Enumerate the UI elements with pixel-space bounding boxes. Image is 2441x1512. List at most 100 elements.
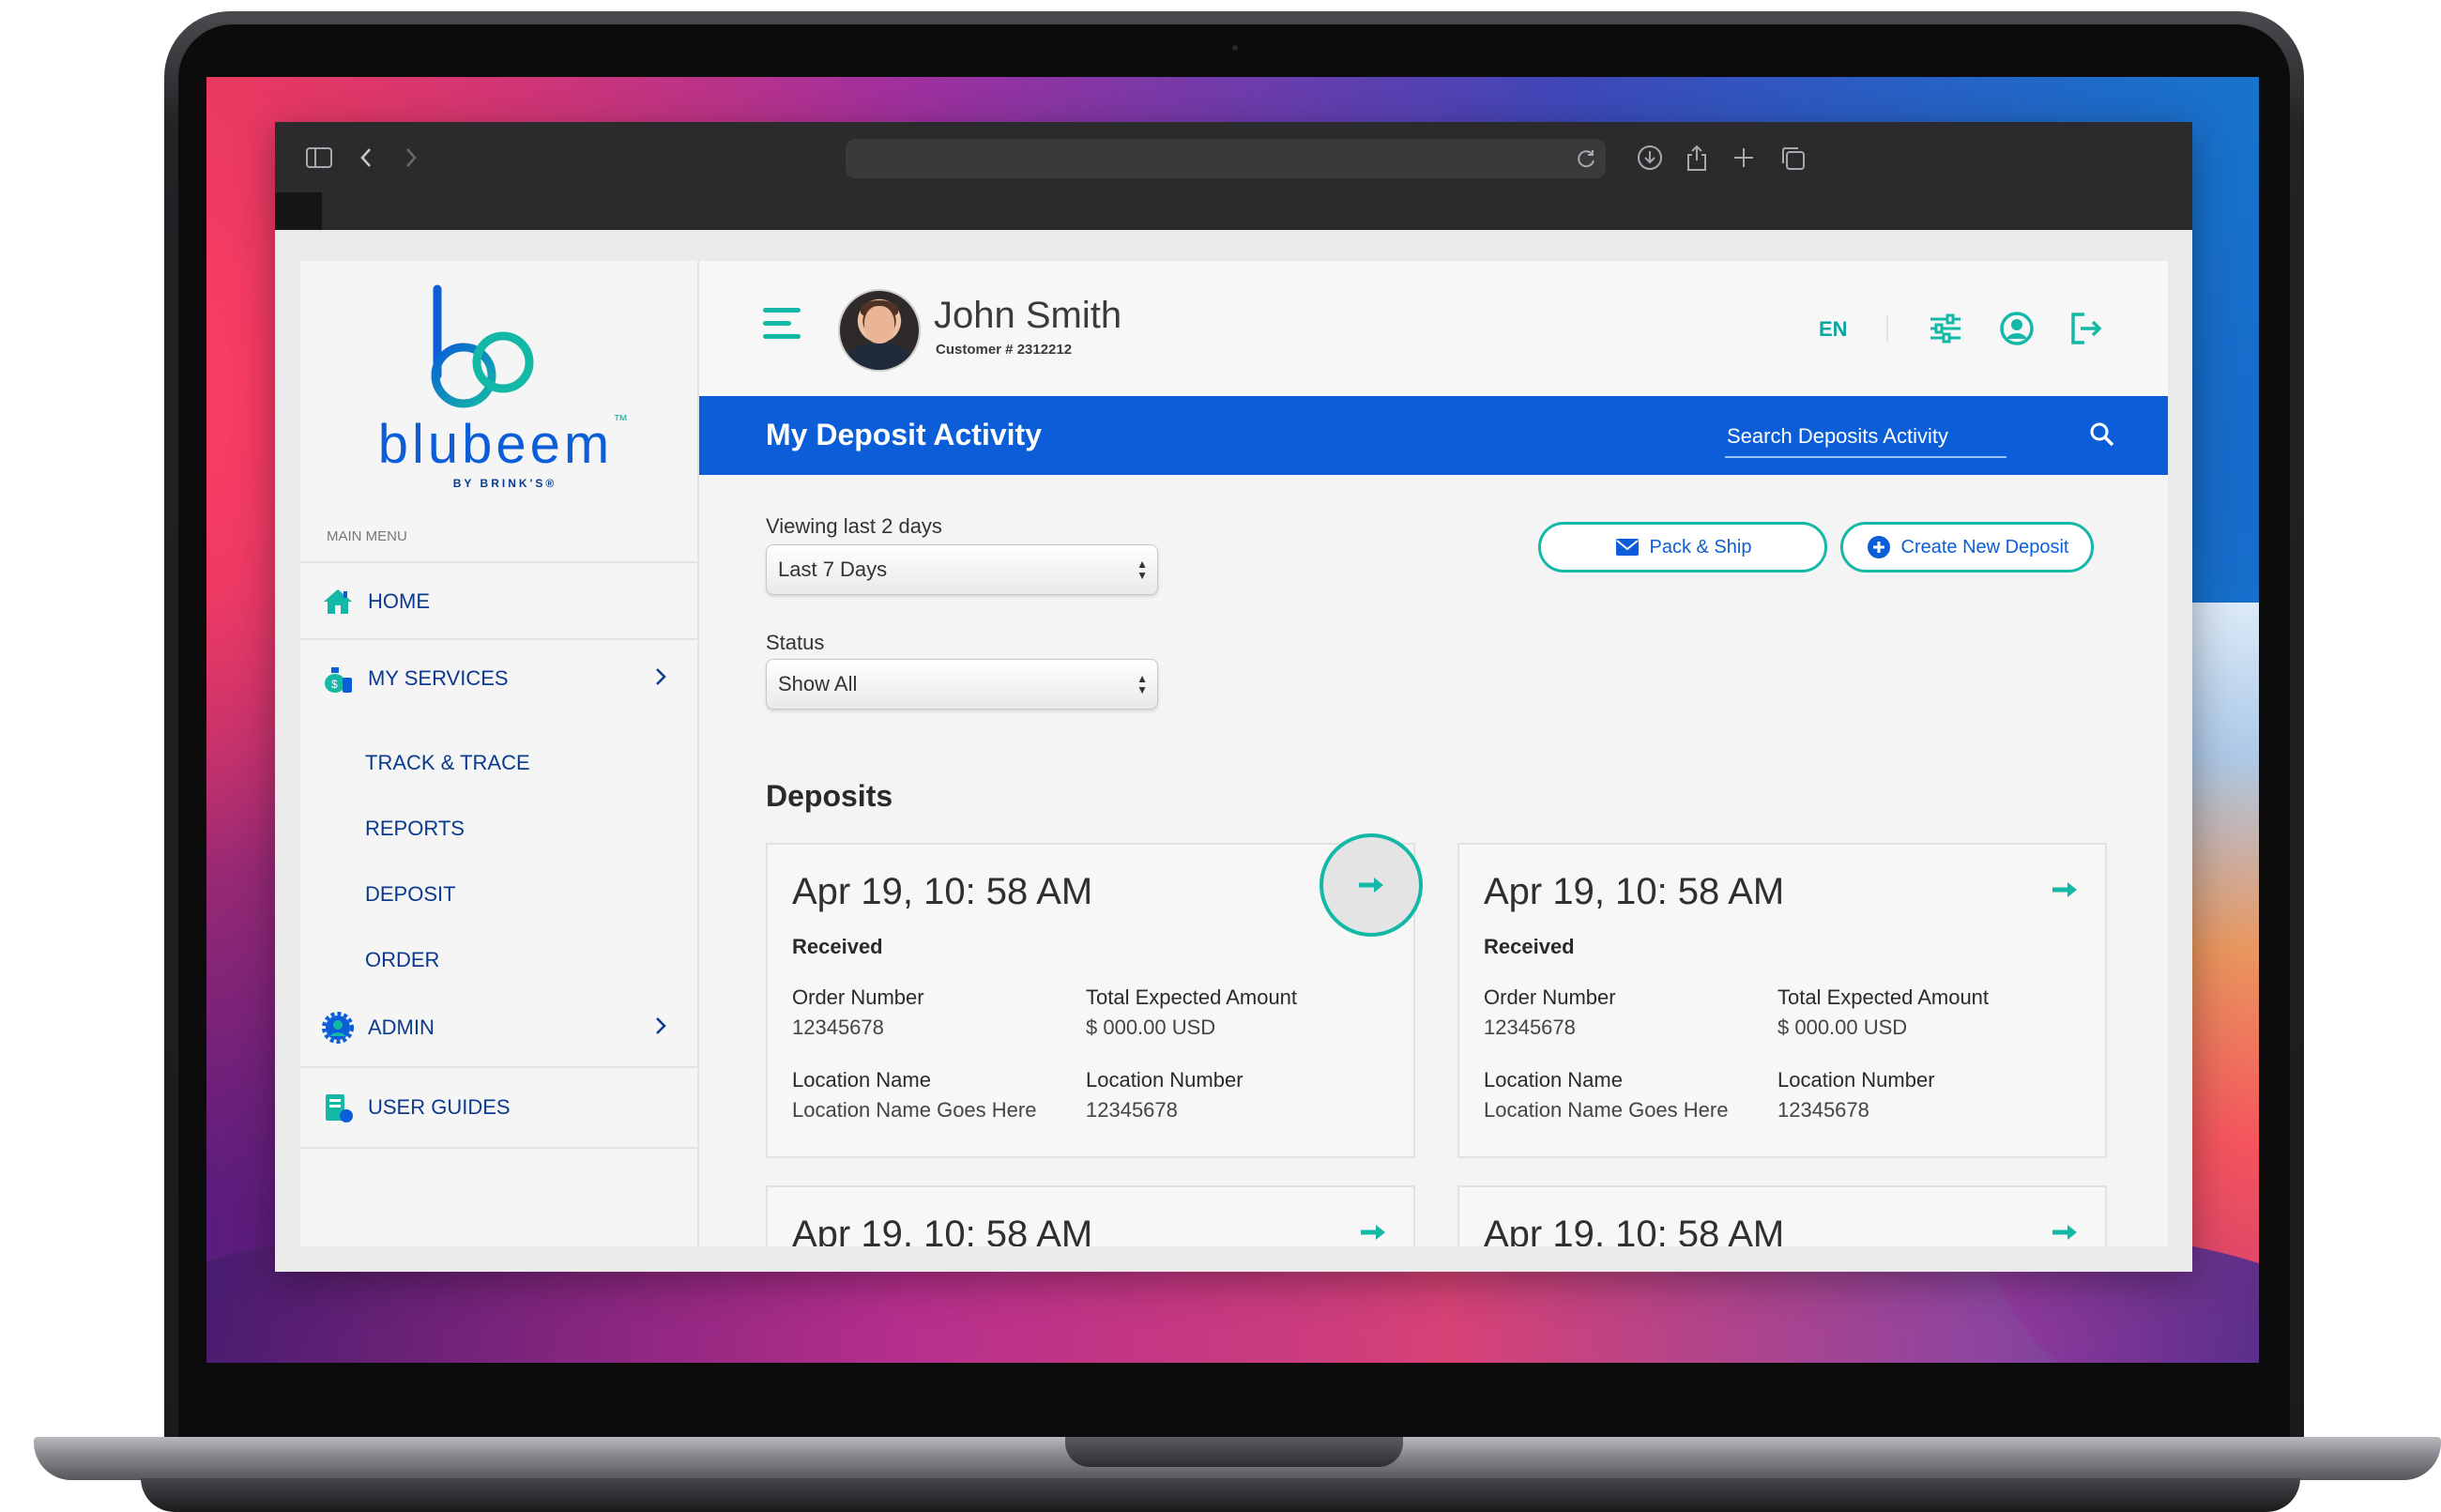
browser-toolbar xyxy=(275,122,2192,230)
select-arrows-icon: ▲ ▼ xyxy=(1137,557,1148,582)
back-icon[interactable] xyxy=(350,142,382,174)
brand-trademark: ™ xyxy=(613,413,633,429)
page-title: My Deposit Activity xyxy=(766,418,1042,451)
pack-ship-button[interactable]: Pack & Ship xyxy=(1538,522,1827,573)
sidebar-item-label: USER GUIDES xyxy=(368,1095,511,1119)
sidebar: blubeem™ BY BRINK'S® MAIN MENU HOME $ MY… xyxy=(300,261,699,1246)
sidebar-item-user-guides[interactable]: USER GUIDES xyxy=(300,1066,697,1149)
forward-icon[interactable] xyxy=(395,142,427,174)
sidebar-toggle-icon[interactable] xyxy=(303,142,335,174)
reload-icon[interactable] xyxy=(1576,147,1598,170)
deposit-date: Apr 19, 10: 58 AM xyxy=(792,1214,1093,1246)
deposit-date: Apr 19, 10: 58 AM xyxy=(792,871,1093,912)
status-label: Status xyxy=(766,631,825,654)
user-name: John Smith xyxy=(934,295,1122,336)
amount-value: $ 000.00 USD xyxy=(1777,1016,1908,1039)
camera xyxy=(1232,45,1238,51)
status-value: Show All xyxy=(778,672,858,695)
status-select[interactable]: Show All ▲ ▼ xyxy=(766,659,1158,710)
brand-name: blubeem xyxy=(377,414,614,475)
sidebar-item-admin[interactable]: ADMIN xyxy=(300,989,697,1066)
hamburger-menu-icon[interactable] xyxy=(763,308,802,342)
chevron-right-icon xyxy=(648,1014,673,1038)
create-deposit-button[interactable]: Create New Deposit xyxy=(1840,522,2094,573)
location-name-value: Location Name Goes Here xyxy=(1484,1098,1729,1122)
main-menu-label: MAIN MENU xyxy=(327,528,407,544)
avatar[interactable] xyxy=(838,289,921,372)
location-name-label: Location Name xyxy=(792,1068,931,1092)
sidebar-subitem-order[interactable]: ORDER xyxy=(365,948,439,972)
amount-label: Total Expected Amount xyxy=(1086,985,1298,1009)
date-range-select[interactable]: Last 7 Days ▲ ▼ xyxy=(766,544,1158,595)
app-header: John Smith Customer # 2312212 EN xyxy=(699,261,2168,396)
order-number-value: 12345678 xyxy=(1484,1016,1576,1039)
tabs-overview-icon[interactable] xyxy=(1777,142,1808,174)
address-bar[interactable] xyxy=(846,139,1606,178)
arrow-right-icon xyxy=(1359,878,1383,893)
sidebar-subitem-reports[interactable]: REPORTS xyxy=(365,817,465,841)
order-number-label: Order Number xyxy=(1484,985,1616,1009)
amount-value: $ 000.00 USD xyxy=(1086,1016,1216,1039)
user-profile-icon[interactable] xyxy=(1998,310,2036,347)
browser-window: blubeem™ BY BRINK'S® MAIN MENU HOME $ MY… xyxy=(275,122,2192,1272)
money-bag-icon: $ xyxy=(321,662,355,695)
search-icon[interactable] xyxy=(2088,420,2116,449)
laptop-notch xyxy=(1065,1437,1403,1467)
sidebar-item-my-services[interactable]: $ MY SERVICES xyxy=(300,638,697,717)
share-icon[interactable] xyxy=(1681,142,1713,174)
create-deposit-label: Create New Deposit xyxy=(1900,536,2069,557)
arrow-right-icon[interactable] xyxy=(2051,880,2079,899)
tab-strip xyxy=(275,192,322,230)
customer-number: Customer # 2312212 xyxy=(936,342,1073,358)
sidebar-subitem-track-trace[interactable]: TRACK & TRACE xyxy=(365,751,530,775)
download-icon[interactable] xyxy=(1634,142,1666,174)
deposit-status: Received xyxy=(792,935,883,958)
deposits-title: Deposits xyxy=(766,779,893,813)
deposit-date: Apr 19, 10: 58 AM xyxy=(1484,871,1785,912)
sidebar-item-home[interactable]: HOME xyxy=(300,561,697,640)
location-number-value: 12345678 xyxy=(1777,1098,1869,1122)
location-name-value: Location Name Goes Here xyxy=(792,1098,1037,1122)
gear-user-icon xyxy=(321,1011,355,1045)
logout-icon[interactable] xyxy=(2067,310,2105,347)
location-number-label: Location Number xyxy=(1086,1068,1243,1092)
deposit-card[interactable]: Apr 19, 10: 58 AM xyxy=(1457,1185,2107,1246)
pack-ship-label: Pack & Ship xyxy=(1649,536,1752,557)
svg-text:$: $ xyxy=(331,678,338,691)
home-icon xyxy=(321,585,355,619)
new-tab-icon[interactable] xyxy=(1728,142,1760,174)
brand-byline: BY BRINK'S® xyxy=(452,477,557,490)
sidebar-subitem-deposit[interactable]: DEPOSIT xyxy=(365,882,456,907)
amount-label: Total Expected Amount xyxy=(1777,985,1990,1009)
filters-icon[interactable] xyxy=(1927,310,1964,347)
range-label: Viewing last 2 days xyxy=(766,514,942,538)
search-field xyxy=(1725,417,2010,458)
laptop-base-foot xyxy=(141,1478,2300,1512)
blubeem-logo[interactable]: blubeem™ BY BRINK'S® xyxy=(364,282,646,497)
plus-circle-icon xyxy=(1866,534,1892,560)
envelope-icon xyxy=(1614,534,1640,560)
main-content: John Smith Customer # 2312212 EN My Depo… xyxy=(699,261,2168,1246)
deposit-status: Received xyxy=(1484,935,1575,958)
location-number-label: Location Number xyxy=(1777,1068,1935,1092)
select-arrows-icon: ▲ ▼ xyxy=(1137,672,1148,696)
arrow-right-icon[interactable] xyxy=(2051,1223,2079,1242)
web-page: blubeem™ BY BRINK'S® MAIN MENU HOME $ MY… xyxy=(300,261,2168,1246)
location-number-value: 12345678 xyxy=(1086,1098,1178,1122)
guide-book-icon xyxy=(321,1091,355,1124)
deposit-card[interactable]: Apr 19, 10: 58 AM Received Order Number … xyxy=(766,833,1423,1158)
search-input[interactable] xyxy=(1725,417,2010,456)
chevron-right-icon xyxy=(648,664,673,689)
open-deposit-button[interactable] xyxy=(1320,833,1423,937)
page-titlebar: My Deposit Activity xyxy=(699,396,2168,475)
order-number-label: Order Number xyxy=(792,985,924,1009)
sidebar-item-label: HOME xyxy=(368,589,430,613)
sidebar-item-label: ADMIN xyxy=(368,1016,435,1039)
deposit-card[interactable]: Apr 19, 10: 58 AM Received Order Number … xyxy=(1457,843,2107,1158)
arrow-right-icon[interactable] xyxy=(1359,1223,1387,1242)
date-range-value: Last 7 Days xyxy=(778,557,888,581)
language-selector[interactable]: EN xyxy=(1819,317,1848,342)
deposit-card[interactable]: Apr 19, 10: 58 AM xyxy=(766,1185,1415,1246)
deposit-date: Apr 19, 10: 58 AM xyxy=(1484,1214,1785,1246)
order-number-value: 12345678 xyxy=(792,1016,884,1039)
